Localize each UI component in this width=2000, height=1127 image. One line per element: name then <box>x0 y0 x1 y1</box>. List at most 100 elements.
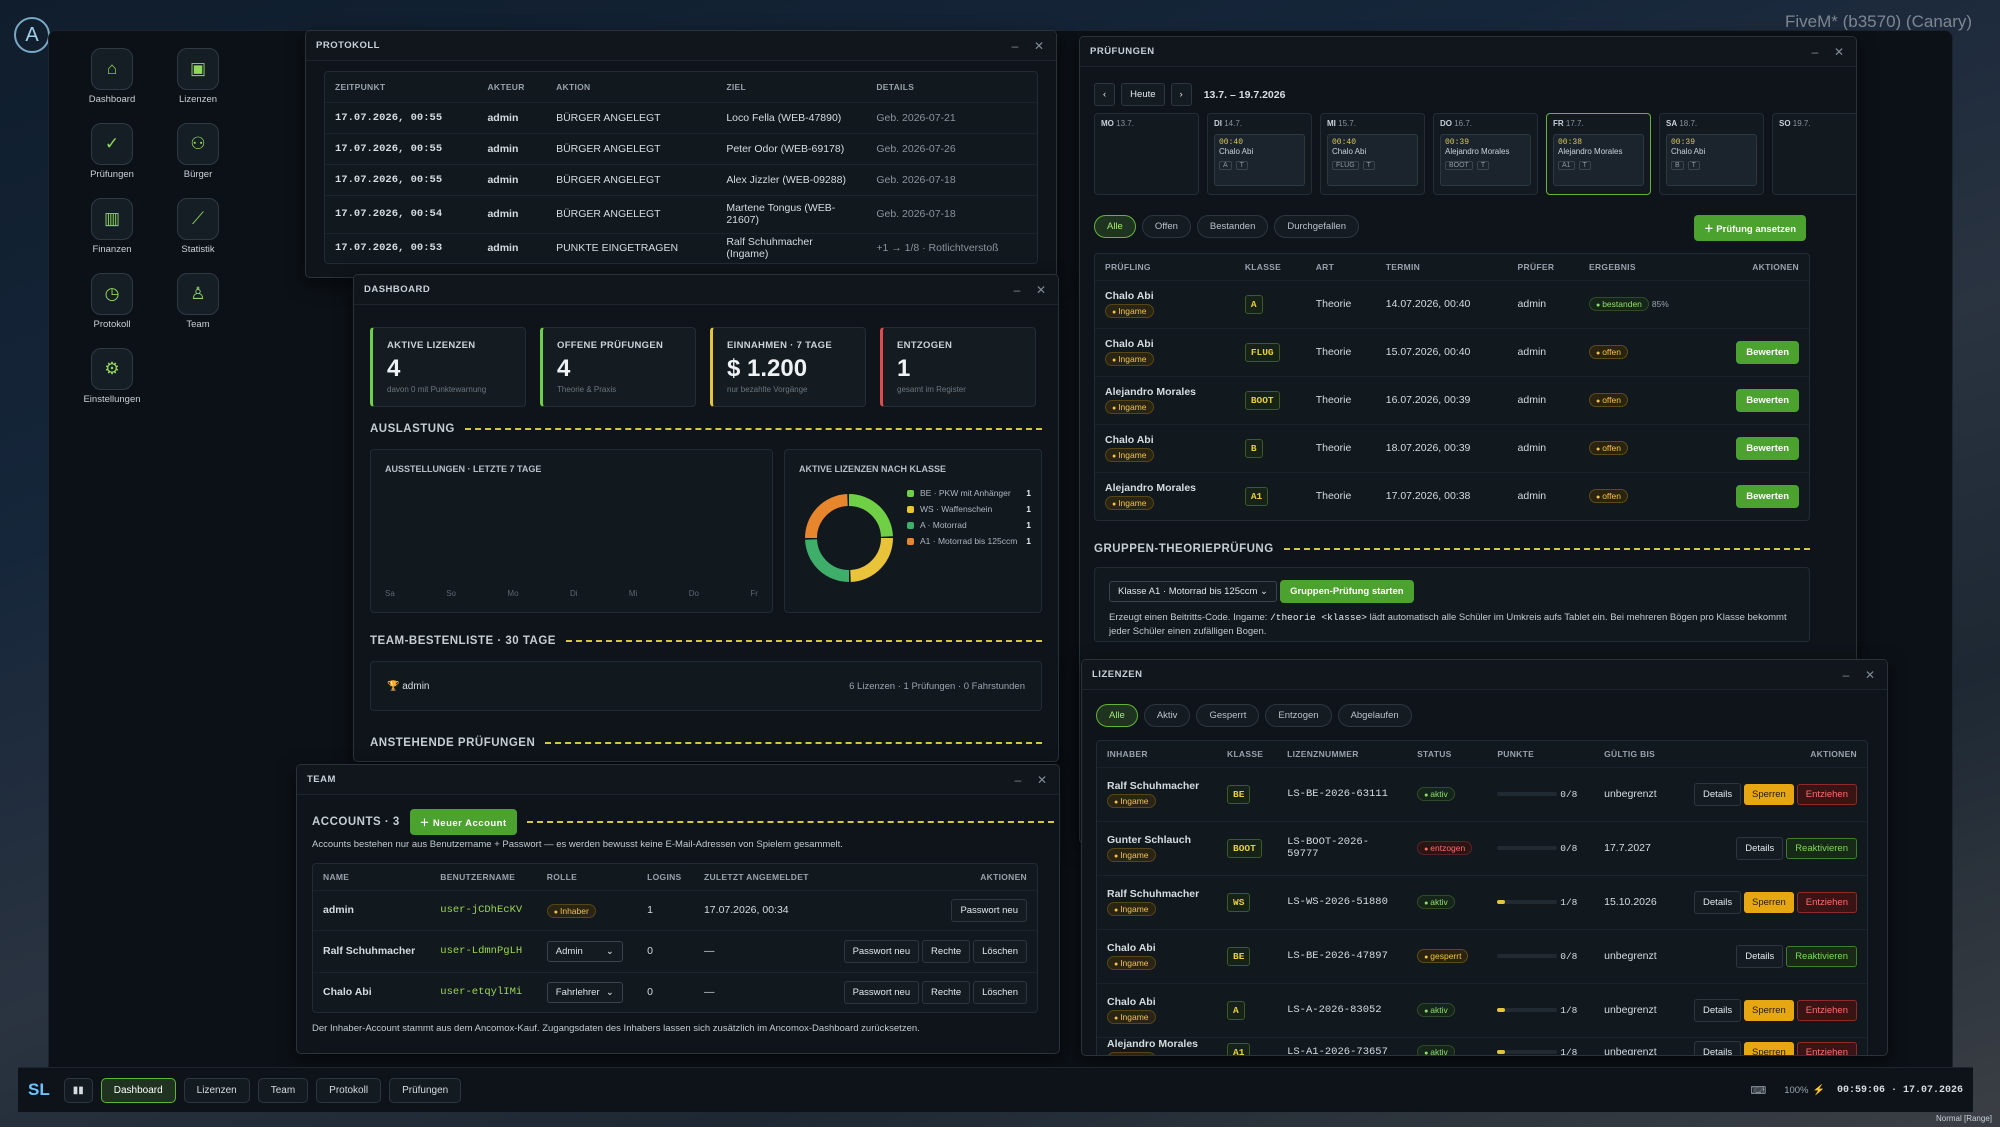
sidebar-item-buerger[interactable]: ⚇ Bürger <box>158 123 238 180</box>
calendar-day[interactable]: DO 16.7. 00:39 Alejandro Morales BOOT T <box>1433 113 1538 195</box>
filter-entzogen[interactable]: Entzogen <box>1265 704 1332 727</box>
filter-offen[interactable]: Offen <box>1141 215 1191 238</box>
calendar-event[interactable]: 00:38 Alejandro Morales A1 T <box>1553 134 1644 186</box>
filter-bestanden[interactable]: Bestanden <box>1196 215 1269 238</box>
sidebar-item-lizenzen[interactable]: ▣ Lizenzen <box>158 48 238 105</box>
evaluate-button[interactable]: Bewerten <box>1736 436 1799 460</box>
details-button[interactable]: Details <box>1694 998 1742 1022</box>
filter-aktiv[interactable]: Aktiv <box>1143 704 1191 727</box>
role-select[interactable]: Admin ⌄ <box>546 940 623 962</box>
sidebar-item-pruefungen[interactable]: ✓ Prüfungen <box>72 123 152 180</box>
calendar-day[interactable]: FR 17.7. 00:38 Alejandro Morales A1 T <box>1546 113 1651 195</box>
details-button[interactable]: Details <box>1694 890 1742 914</box>
minimize-icon[interactable]: – <box>1839 668 1853 682</box>
password-reset-button[interactable]: Passwort neu <box>843 939 920 963</box>
minimize-icon[interactable]: – <box>1010 283 1024 297</box>
close-icon[interactable]: ✕ <box>1863 668 1877 682</box>
status-badge: entzogen <box>1417 841 1473 855</box>
delete-button[interactable]: Löschen <box>973 939 1027 963</box>
taskbar-tab-pruefungen[interactable]: Prüfungen <box>389 1077 462 1103</box>
result-badge: offen <box>1589 393 1628 407</box>
calendar-event[interactable]: 00:39 Chalo Abi B T <box>1666 134 1757 186</box>
suspend-button[interactable]: Sperren <box>1744 1041 1794 1055</box>
calendar-event[interactable]: 00:40 Chalo Abi FLUG T <box>1327 134 1418 186</box>
close-icon[interactable]: ✕ <box>1034 283 1048 297</box>
minimize-icon[interactable]: – <box>1808 45 1822 59</box>
details-button[interactable]: Details <box>1694 782 1742 806</box>
password-reset-button[interactable]: Passwort neu <box>951 898 1027 922</box>
donut-slice <box>848 494 893 538</box>
filter-durchgefallen[interactable]: Durchgefallen <box>1274 215 1359 238</box>
sidebar-item-team[interactable]: ♙ Team <box>158 273 238 330</box>
class-badge: A <box>1227 1000 1245 1020</box>
close-icon[interactable]: ✕ <box>1832 45 1846 59</box>
calendar-day[interactable]: MI 15.7. 00:40 Chalo Abi FLUG T <box>1320 113 1425 195</box>
prev-week-button[interactable]: ‹ <box>1094 83 1116 106</box>
sidebar-item-label: Prüfungen <box>90 169 134 180</box>
ausstellungen-panel: AUSSTELLUNGEN · LETZTE 7 TAGE Sa So Mo Di Mi… <box>370 449 773 613</box>
suspend-button[interactable]: Sperren <box>1744 891 1794 913</box>
revoke-button[interactable]: Entziehen <box>1796 783 1857 805</box>
sidebar-item-protokoll[interactable]: ◷ Protokoll <box>72 273 152 330</box>
panel-title: AUSSTELLUNGEN · LETZTE 7 TAGE <box>385 464 542 474</box>
taskbar-tab-protokoll[interactable]: Protokoll <box>316 1077 382 1103</box>
calendar-event[interactable]: 00:39 Alejandro Morales BOOT T <box>1440 134 1531 186</box>
status-badge: aktiv <box>1417 787 1455 801</box>
start-group-exam-button[interactable]: Gruppen-Prüfung starten <box>1280 580 1414 603</box>
revoke-button[interactable]: Entziehen <box>1796 999 1857 1021</box>
taskbar-tab-dashboard[interactable]: Dashboard <box>100 1077 176 1103</box>
taskbar-tab-team[interactable]: Team <box>257 1077 309 1103</box>
details-button[interactable]: Details <box>1736 836 1784 860</box>
delete-button[interactable]: Löschen <box>973 980 1027 1004</box>
new-account-button[interactable]: ＋ Neuer Account <box>409 809 517 835</box>
tick-label: Mo <box>507 589 519 598</box>
role-select[interactable]: Fahrlehrer ⌄ <box>546 981 623 1003</box>
tick-label: Sa <box>385 589 395 598</box>
sidebar-item-label: Finanzen <box>92 244 132 255</box>
calendar-day[interactable]: SO 19.7. <box>1772 113 1856 195</box>
filter-abgelaufen[interactable]: Abgelaufen <box>1337 704 1412 727</box>
apps-icon[interactable]: ▮▮ <box>63 1077 93 1103</box>
details-button[interactable]: Details <box>1736 944 1784 968</box>
reactivate-button[interactable]: Reaktivieren <box>1786 945 1857 967</box>
donut-slice <box>805 538 850 582</box>
taskbar-tab-lizenzen[interactable]: Lizenzen <box>183 1077 250 1103</box>
revoke-button[interactable]: Entziehen <box>1796 891 1857 913</box>
minimize-icon[interactable]: – <box>1011 773 1025 787</box>
section-anstehend: ANSTEHENDE PRÜFUNGEN <box>370 737 1042 749</box>
reactivate-button[interactable]: Reaktivieren <box>1786 837 1857 859</box>
suspend-button[interactable]: Sperren <box>1744 999 1794 1021</box>
calendar-event[interactable]: 00:40 Chalo Abi A T <box>1214 134 1305 186</box>
details-button[interactable]: Details <box>1694 1040 1742 1055</box>
new-exam-button[interactable]: ＋ Prüfung ansetzen <box>1694 215 1806 241</box>
license-filter-chips: Alle Aktiv Gesperrt Entzogen Abgelaufen <box>1096 704 1418 727</box>
suspend-button[interactable]: Sperren <box>1744 783 1794 805</box>
close-icon[interactable]: ✕ <box>1032 39 1046 53</box>
screen-icon[interactable]: ⌨ <box>1750 1084 1766 1097</box>
close-icon[interactable]: ✕ <box>1035 773 1049 787</box>
calendar-day[interactable]: SA 18.7. 00:39 Chalo Abi B T <box>1659 113 1764 195</box>
filter-alle[interactable]: Alle <box>1094 215 1136 238</box>
sidebar-item-einstellungen[interactable]: ⚙ Einstellungen <box>72 348 152 405</box>
minimize-icon[interactable]: – <box>1008 39 1022 53</box>
col-header: ZEITPUNKT <box>335 81 386 92</box>
sidebar-item-statistik[interactable]: ⟋ Statistik <box>158 198 238 255</box>
sidebar-item-finanzen[interactable]: ▥ Finanzen <box>72 198 152 255</box>
evaluate-button[interactable]: Bewerten <box>1736 484 1799 508</box>
next-week-button[interactable]: › <box>1170 83 1192 106</box>
source-badge: Ingame <box>1107 902 1156 916</box>
filter-alle[interactable]: Alle <box>1096 704 1138 727</box>
evaluate-button[interactable]: Bewerten <box>1736 388 1799 412</box>
revoke-button[interactable]: Entziehen <box>1796 1041 1857 1055</box>
today-button[interactable]: Heute <box>1121 83 1165 106</box>
sidebar-item-dashboard[interactable]: ⌂ Dashboard <box>72 48 152 105</box>
status-badge: aktiv <box>1417 1003 1455 1017</box>
calendar-day[interactable]: DI 14.7. 00:40 Chalo Abi A T <box>1207 113 1312 195</box>
calendar-day[interactable]: MO 13.7. <box>1094 113 1199 195</box>
klasse-select[interactable]: Klasse A1 · Motorrad bis 125ccm ⌄ <box>1109 581 1278 602</box>
rights-button[interactable]: Rechte <box>922 980 971 1004</box>
rights-button[interactable]: Rechte <box>922 939 971 963</box>
password-reset-button[interactable]: Passwort neu <box>843 980 920 1004</box>
filter-gesperrt[interactable]: Gesperrt <box>1196 704 1260 727</box>
evaluate-button[interactable]: Bewerten <box>1736 340 1799 364</box>
